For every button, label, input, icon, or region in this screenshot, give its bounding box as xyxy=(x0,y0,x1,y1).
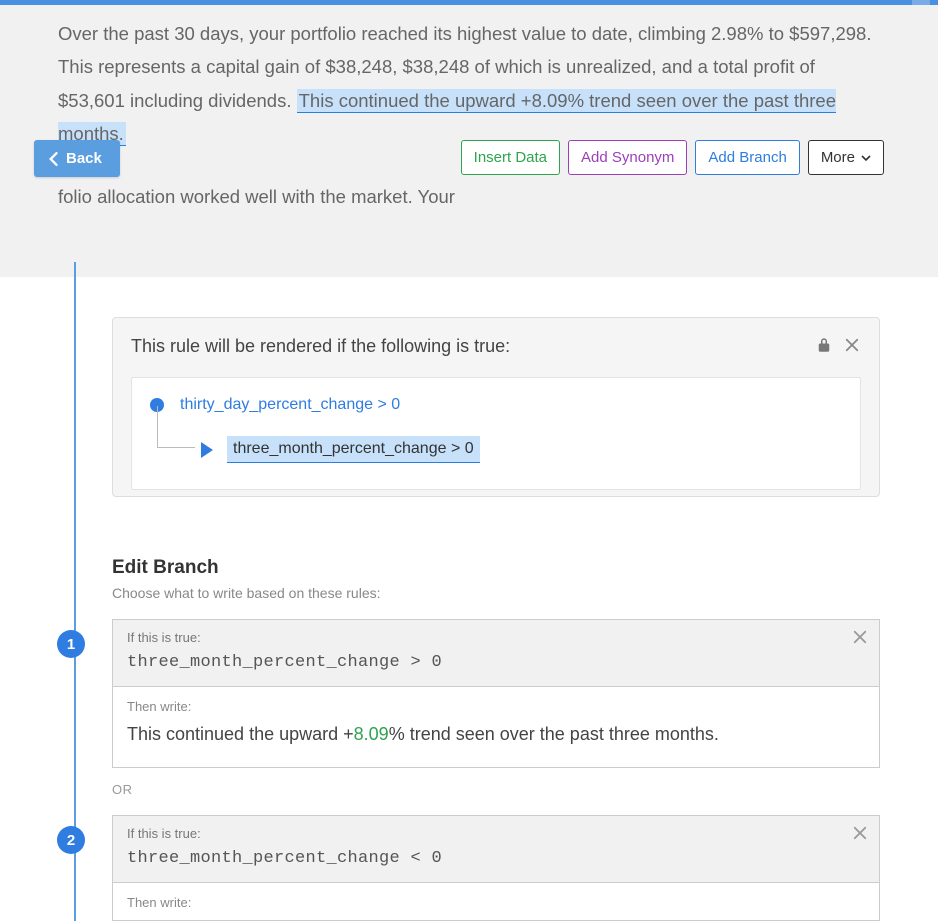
condition-selected[interactable]: three_month_percent_change > 0 xyxy=(227,436,480,463)
tree-connector xyxy=(157,406,195,448)
more-label: More xyxy=(821,150,855,165)
narrative-paragraph-1: Over the past 30 days, your portfolio re… xyxy=(58,17,880,150)
branch-number-badge: 1 xyxy=(57,630,85,658)
back-button[interactable]: Back xyxy=(34,140,120,177)
branch-then-section[interactable]: Then write: This continued the upward +8… xyxy=(113,687,879,767)
rule-card-title: This rule will be rendered if the follow… xyxy=(131,336,510,357)
toolbar: Insert Data Add Synonym Add Branch More xyxy=(461,140,884,175)
branch-then-section[interactable]: Then write: xyxy=(113,883,879,910)
narrative-paragraph-2: folio allocation worked well with the ma… xyxy=(58,180,880,213)
condition-row-1: thirty_day_percent_change > 0 xyxy=(150,396,842,414)
branch-condition-code[interactable]: three_month_percent_change > 0 xyxy=(127,653,865,672)
condition-row-2: three_month_percent_change > 0 xyxy=(157,436,842,463)
add-branch-button[interactable]: Add Branch xyxy=(695,140,799,175)
narrative-text-2: folio allocation worked well with the ma… xyxy=(58,186,455,207)
add-synonym-button[interactable]: Add Synonym xyxy=(568,140,687,175)
then-label: Then write: xyxy=(127,699,865,714)
then-post: % trend seen over the past three months. xyxy=(389,724,719,744)
condition-link-1[interactable]: thirty_day_percent_change > 0 xyxy=(180,396,400,414)
branch-then-text[interactable]: This continued the upward +8.09% trend s… xyxy=(127,724,865,745)
more-button[interactable]: More xyxy=(808,140,884,175)
play-icon xyxy=(201,442,213,458)
or-divider: OR xyxy=(112,782,880,797)
close-icon[interactable] xyxy=(851,824,869,847)
close-icon[interactable] xyxy=(843,336,861,354)
insert-data-button[interactable]: Insert Data xyxy=(461,140,560,175)
branch-number-badge: 2 xyxy=(57,826,85,854)
editor-main: This rule will be rendered if the follow… xyxy=(0,277,938,921)
then-value: 8.09 xyxy=(354,724,389,744)
then-label: Then write: xyxy=(127,895,865,910)
condition-tree: thirty_day_percent_change > 0 three_mont… xyxy=(131,377,861,490)
then-pre: This continued the upward + xyxy=(127,724,354,744)
edit-branch-subtitle: Choose what to write based on these rule… xyxy=(112,585,880,601)
branch-card: 2 If this is true: three_month_percent_c… xyxy=(112,815,880,921)
if-label: If this is true: xyxy=(127,630,865,645)
branch-if-section[interactable]: If this is true: three_month_percent_cha… xyxy=(113,620,879,687)
if-label: If this is true: xyxy=(127,826,865,841)
chevron-down-icon xyxy=(861,153,871,163)
chevron-left-icon xyxy=(48,152,58,166)
back-label: Back xyxy=(66,150,102,167)
branch-condition-code[interactable]: three_month_percent_change < 0 xyxy=(127,849,865,868)
timeline-line xyxy=(74,262,76,921)
lock-icon[interactable] xyxy=(815,336,833,354)
branch-card: 1 If this is true: three_month_percent_c… xyxy=(112,619,880,768)
rule-card: This rule will be rendered if the follow… xyxy=(112,317,880,497)
branch-if-section[interactable]: If this is true: three_month_percent_cha… xyxy=(113,816,879,883)
edit-branch-title: Edit Branch xyxy=(112,557,880,579)
edit-branch-header: Edit Branch Choose what to write based o… xyxy=(112,557,880,601)
close-icon[interactable] xyxy=(851,628,869,651)
